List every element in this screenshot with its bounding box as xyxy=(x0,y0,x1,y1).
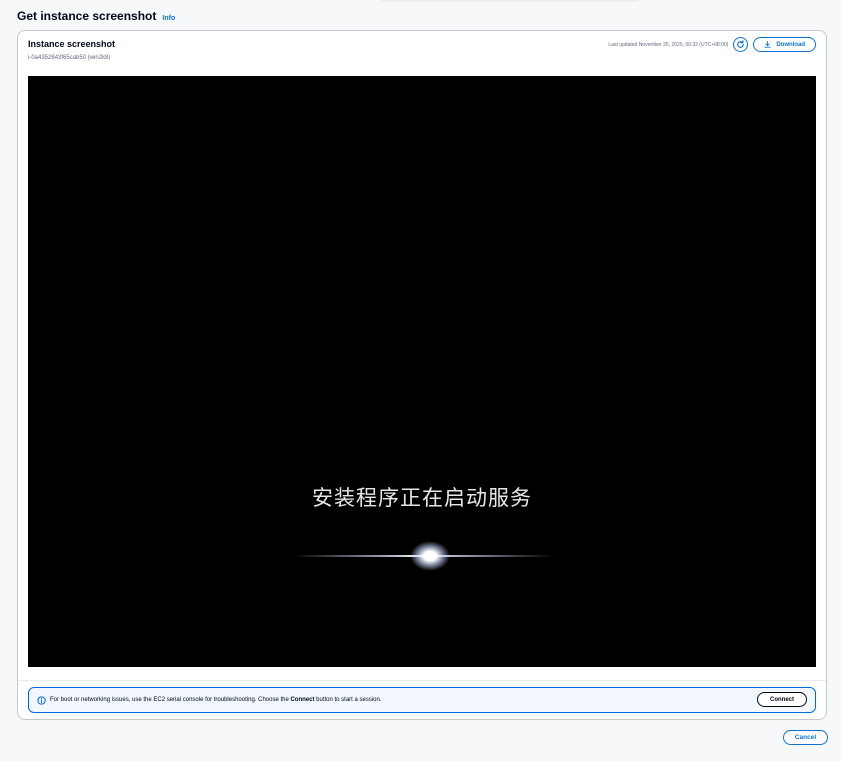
panel-header: Instance screenshot i-0a4352843f65cab50 … xyxy=(28,37,816,69)
instance-screenshot-panel: Instance screenshot i-0a4352843f65cab50 … xyxy=(17,30,827,720)
top-shadow xyxy=(380,0,640,2)
refresh-icon xyxy=(737,40,745,48)
page-title: Get instance screenshot xyxy=(17,9,157,23)
alert-text-before: For boot or networking issues, use the E… xyxy=(50,697,291,703)
page-header: Get instance screenshot Info xyxy=(17,9,175,23)
connect-button[interactable]: Connect xyxy=(757,692,807,707)
info-alert: For boot or networking issues, use the E… xyxy=(28,687,816,713)
alert-message: For boot or networking issues, use the E… xyxy=(50,697,382,703)
info-circle-icon xyxy=(37,696,46,705)
last-updated-text: Last updated November 25, 2025, 00:32 (U… xyxy=(608,41,729,48)
download-icon xyxy=(764,41,771,48)
info-link[interactable]: Info xyxy=(162,15,175,22)
cancel-button[interactable]: Cancel xyxy=(783,730,828,745)
download-label: Download xyxy=(776,41,805,48)
screenshot-text: 安装程序正在启动服务 xyxy=(312,486,532,510)
boot-glow-orb xyxy=(410,541,450,571)
alert-text-bold: Connect xyxy=(290,697,315,703)
instance-screenshot-image: 安装程序正在启动服务 xyxy=(28,76,816,667)
alert-text-after: button to start a session. xyxy=(314,697,382,703)
download-button[interactable]: Download xyxy=(753,37,816,52)
panel-divider xyxy=(18,680,826,681)
refresh-button[interactable] xyxy=(733,37,749,52)
instance-id: i-0a4352843f65cab50 (win2k8) xyxy=(28,55,111,61)
panel-title: Instance screenshot xyxy=(28,39,116,49)
header-actions: Last updated November 25, 2025, 00:32 (U… xyxy=(608,37,816,52)
